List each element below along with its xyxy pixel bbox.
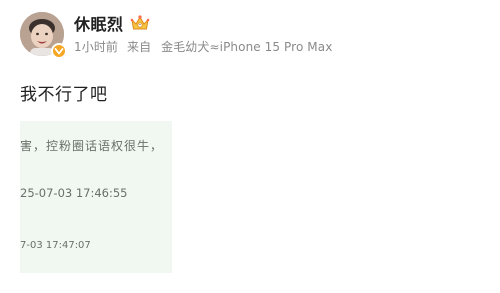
avatar-container[interactable] bbox=[20, 12, 67, 59]
post-image[interactable]: 害，控粉圈话语权很牛， 25-07-03 17:46:55 7-03 17:47… bbox=[20, 121, 172, 273]
image-timestamp-1: 25-07-03 17:46:55 bbox=[20, 186, 128, 200]
source-prefix: 来自 bbox=[126, 40, 152, 54]
post-meta: 1小时前 来自 金毛幼犬≈iPhone 15 Pro Max bbox=[74, 38, 332, 55]
post-source-device[interactable]: 金毛幼犬≈iPhone 15 Pro Max bbox=[161, 40, 332, 54]
post-text: 我不行了吧 bbox=[20, 85, 108, 105]
image-timestamp-2: 7-03 17:47:07 bbox=[20, 240, 91, 251]
user-name[interactable]: 休眠烈 bbox=[74, 11, 124, 35]
name-row: 休眠烈 bbox=[74, 12, 150, 34]
weibo-post: 休眠烈 1小时前 来自 金毛幼犬≈iPhone 15 Pro Max 我不行了吧… bbox=[0, 0, 500, 293]
post-time[interactable]: 1小时前 bbox=[74, 40, 118, 54]
verified-badge-icon bbox=[51, 43, 67, 59]
image-text-line-1: 害，控粉圈话语权很牛， bbox=[20, 139, 164, 153]
crown-icon[interactable] bbox=[130, 14, 150, 32]
